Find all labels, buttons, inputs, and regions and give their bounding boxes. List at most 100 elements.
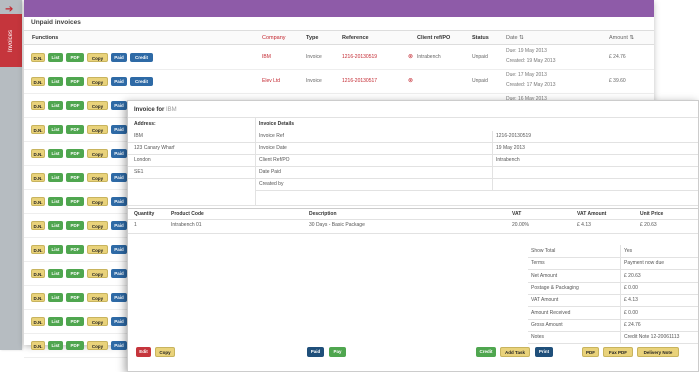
paid-button[interactable]: Paid bbox=[111, 245, 127, 254]
copy-button[interactable]: Copy bbox=[87, 125, 108, 134]
pay-button[interactable]: Pay bbox=[329, 347, 346, 357]
total-label: Notes bbox=[531, 334, 545, 341]
copy-button[interactable]: Copy bbox=[87, 317, 108, 326]
list-button[interactable]: List bbox=[48, 269, 63, 278]
col-date-sort[interactable]: Date ⇅ bbox=[506, 35, 524, 41]
row-status: Unpaid bbox=[472, 78, 488, 84]
paid-button[interactable]: Paid bbox=[111, 197, 127, 206]
pdf-button[interactable]: PDF bbox=[66, 125, 84, 134]
pdf-button[interactable]: PDF bbox=[66, 53, 84, 62]
pdf-button[interactable]: PDF bbox=[66, 197, 84, 206]
copy-button[interactable]: Copy bbox=[87, 101, 108, 110]
delete-icon[interactable]: ⊗ bbox=[408, 53, 413, 60]
list-button[interactable]: List bbox=[48, 197, 63, 206]
paid-button[interactable]: Paid bbox=[111, 269, 127, 278]
list-button[interactable]: List bbox=[48, 317, 63, 326]
list-button[interactable]: List bbox=[48, 101, 63, 110]
table-header: Functions Company Type Reference Client … bbox=[24, 30, 654, 45]
invoices-tab[interactable]: Invoices bbox=[0, 14, 22, 67]
add-task-button[interactable]: Add Task bbox=[500, 347, 530, 357]
list-button[interactable]: List bbox=[48, 125, 63, 134]
row-reference[interactable]: 1216-20130517 bbox=[342, 78, 377, 84]
list-button[interactable]: List bbox=[48, 221, 63, 230]
credit-invoice-button[interactable]: Credit bbox=[476, 347, 496, 357]
copy-button[interactable]: Copy bbox=[87, 269, 108, 278]
credit-button[interactable]: Credit bbox=[130, 77, 153, 86]
list-button[interactable]: List bbox=[48, 53, 63, 62]
total-label: Gross Amount bbox=[531, 321, 563, 328]
dn-button[interactable]: D.N. bbox=[31, 149, 45, 158]
detail-label: Invoice Date bbox=[259, 145, 287, 151]
copy-button[interactable]: Copy bbox=[87, 53, 108, 62]
paid-button[interactable]: Paid bbox=[111, 77, 127, 86]
list-button[interactable]: List bbox=[48, 293, 63, 302]
dn-button[interactable]: D.N. bbox=[31, 221, 45, 230]
dn-button[interactable]: D.N. bbox=[31, 245, 45, 254]
row-reference[interactable]: 1216-20130519 bbox=[342, 54, 377, 60]
paid-button[interactable]: Paid bbox=[111, 101, 127, 110]
total-value: £ 0.00 bbox=[624, 309, 638, 316]
copy-button[interactable]: Copy bbox=[87, 197, 108, 206]
pdf-button[interactable]: PDF bbox=[66, 269, 84, 278]
dn-button[interactable]: D.N. bbox=[31, 173, 45, 182]
edit-button[interactable]: Edit bbox=[136, 347, 151, 357]
row-company: IBM bbox=[262, 54, 271, 60]
address-heading: Address: bbox=[134, 121, 156, 127]
dn-button[interactable]: D.N. bbox=[31, 101, 45, 110]
pdf-button[interactable]: PDF bbox=[66, 77, 84, 86]
paid-button[interactable]: Paid bbox=[111, 173, 127, 182]
pdf-button[interactable]: PDF bbox=[66, 221, 84, 230]
list-button[interactable]: List bbox=[48, 245, 63, 254]
table-row: D.N. List PDF Copy Paid Credit Elev Ltd Invoice… bbox=[24, 70, 654, 94]
pdf-download-button[interactable]: PDF bbox=[582, 347, 599, 357]
dn-button[interactable]: D.N. bbox=[31, 293, 45, 302]
print-button[interactable]: Print bbox=[535, 347, 553, 357]
col-amount-sort[interactable]: Amount ⇅ bbox=[609, 35, 634, 41]
total-label: Amount Received bbox=[531, 309, 571, 316]
pdf-button[interactable]: PDF bbox=[66, 245, 84, 254]
paid-button[interactable]: Paid bbox=[111, 221, 127, 230]
col-company[interactable]: Company bbox=[262, 35, 286, 41]
paid-button[interactable]: Paid bbox=[111, 317, 127, 326]
dn-button[interactable]: D.N. bbox=[31, 341, 45, 350]
total-value: Payment now due bbox=[624, 260, 665, 267]
pdf-button[interactable]: PDF bbox=[66, 101, 84, 110]
list-button[interactable]: List bbox=[48, 173, 63, 182]
list-button[interactable]: List bbox=[48, 341, 63, 350]
pdf-button[interactable]: PDF bbox=[66, 293, 84, 302]
mark-paid-button[interactable]: Paid bbox=[307, 347, 324, 357]
credit-button[interactable]: Credit bbox=[130, 53, 153, 62]
paid-button[interactable]: Paid bbox=[111, 53, 127, 62]
copy-button[interactable]: Copy bbox=[87, 173, 108, 182]
copy-invoice-button[interactable]: Copy bbox=[155, 347, 175, 357]
item-vat-amount: £ 4.13 bbox=[577, 222, 591, 228]
copy-button[interactable]: Copy bbox=[87, 77, 108, 86]
modal-title: Invoice for IBM bbox=[134, 107, 177, 113]
total-value: Yes bbox=[624, 248, 633, 254]
dn-button[interactable]: D.N. bbox=[31, 197, 45, 206]
delete-icon[interactable]: ⊗ bbox=[408, 77, 413, 84]
list-button[interactable]: List bbox=[48, 149, 63, 158]
list-button[interactable]: List bbox=[48, 77, 63, 86]
sidebar-tab: ➔ Invoices bbox=[0, 0, 22, 350]
pdf-button[interactable]: PDF bbox=[66, 317, 84, 326]
paid-button[interactable]: Paid bbox=[111, 341, 127, 350]
dn-button[interactable]: D.N. bbox=[31, 269, 45, 278]
dn-button[interactable]: D.N. bbox=[31, 125, 45, 134]
copy-button[interactable]: Copy bbox=[87, 149, 108, 158]
copy-button[interactable]: Copy bbox=[87, 293, 108, 302]
dn-button[interactable]: D.N. bbox=[31, 53, 45, 62]
pdf-button[interactable]: PDF bbox=[66, 173, 84, 182]
pdf-button[interactable]: PDF bbox=[66, 341, 84, 350]
paid-button[interactable]: Paid bbox=[111, 149, 127, 158]
paid-button[interactable]: Paid bbox=[111, 293, 127, 302]
copy-button[interactable]: Copy bbox=[87, 341, 108, 350]
fax-pdf-button[interactable]: Fax PDF bbox=[603, 347, 633, 357]
paid-button[interactable]: Paid bbox=[111, 125, 127, 134]
dn-button[interactable]: D.N. bbox=[31, 317, 45, 326]
dn-button[interactable]: D.N. bbox=[31, 77, 45, 86]
delivery-note-button[interactable]: Delivery Note bbox=[637, 347, 679, 357]
copy-button[interactable]: Copy bbox=[87, 245, 108, 254]
copy-button[interactable]: Copy bbox=[87, 221, 108, 230]
pdf-button[interactable]: PDF bbox=[66, 149, 84, 158]
